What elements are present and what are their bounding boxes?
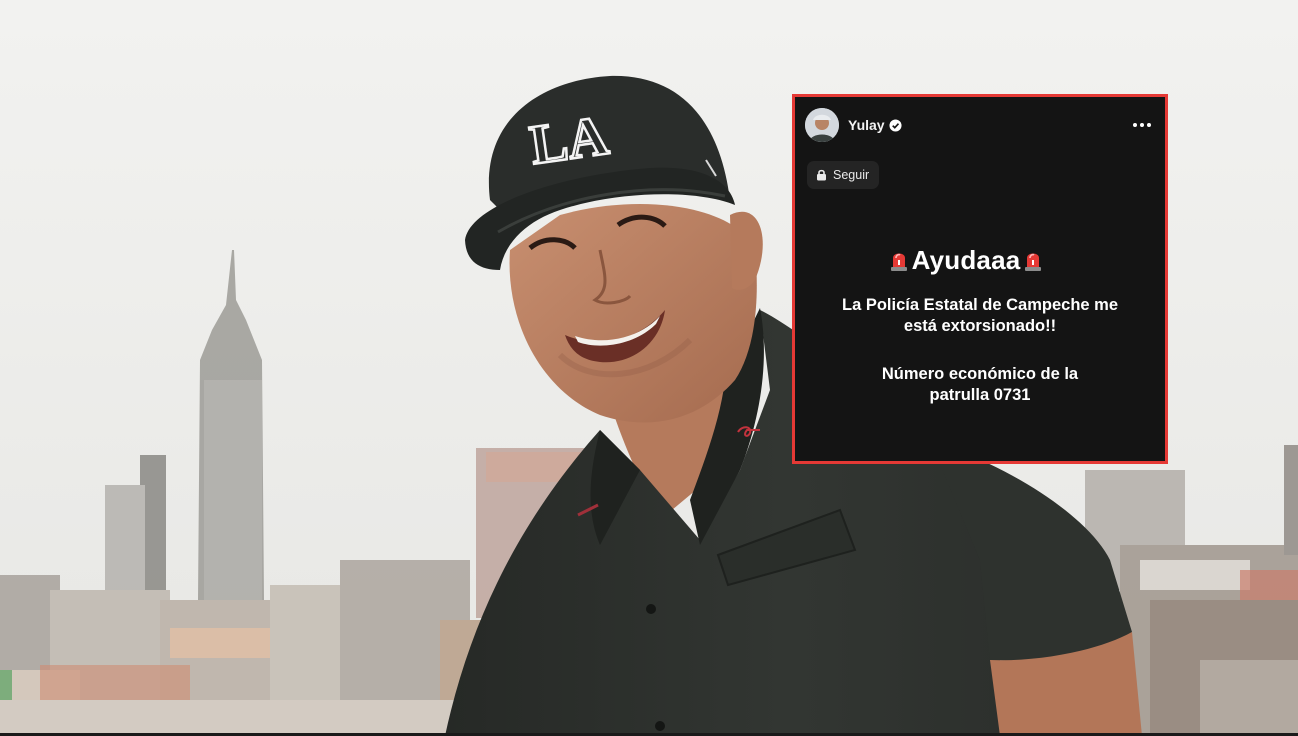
username[interactable]: Yulay <box>848 117 885 133</box>
message-2: Número económico de la patrulla 0731 <box>810 364 1150 406</box>
police-siren-icon <box>890 253 907 271</box>
verified-badge-icon <box>889 118 902 132</box>
story-header: Yulay <box>805 107 1155 143</box>
message-2-line-2: patrulla 0731 <box>929 386 1031 404</box>
headline-text: Ayudaaa <box>911 244 1021 275</box>
avatar[interactable] <box>805 108 839 142</box>
follow-label: Seguir <box>833 168 870 182</box>
avatar-image-icon <box>805 108 839 142</box>
story-body: Ayudaaa La Policía Estatal de Campeche m… <box>795 243 1165 406</box>
follow-button[interactable]: Seguir <box>807 161 880 189</box>
headline: Ayudaaa <box>767 243 1165 277</box>
cap-logo: LA <box>526 105 612 177</box>
message-2-line-1: Número económico de la <box>881 365 1079 383</box>
message-1-line-1: La Policía Estatal de Campeche me <box>841 296 1119 314</box>
message-1-line-2: está extorsionado!! <box>903 317 1057 335</box>
message-1: La Policía Estatal de Campeche me está e… <box>810 295 1150 337</box>
police-siren-icon <box>1025 253 1042 271</box>
story-card: Yulay Seguir Ayudaaa La Policía Estatal … <box>792 94 1168 464</box>
lock-icon <box>817 169 826 181</box>
more-options-icon[interactable] <box>1133 123 1151 127</box>
